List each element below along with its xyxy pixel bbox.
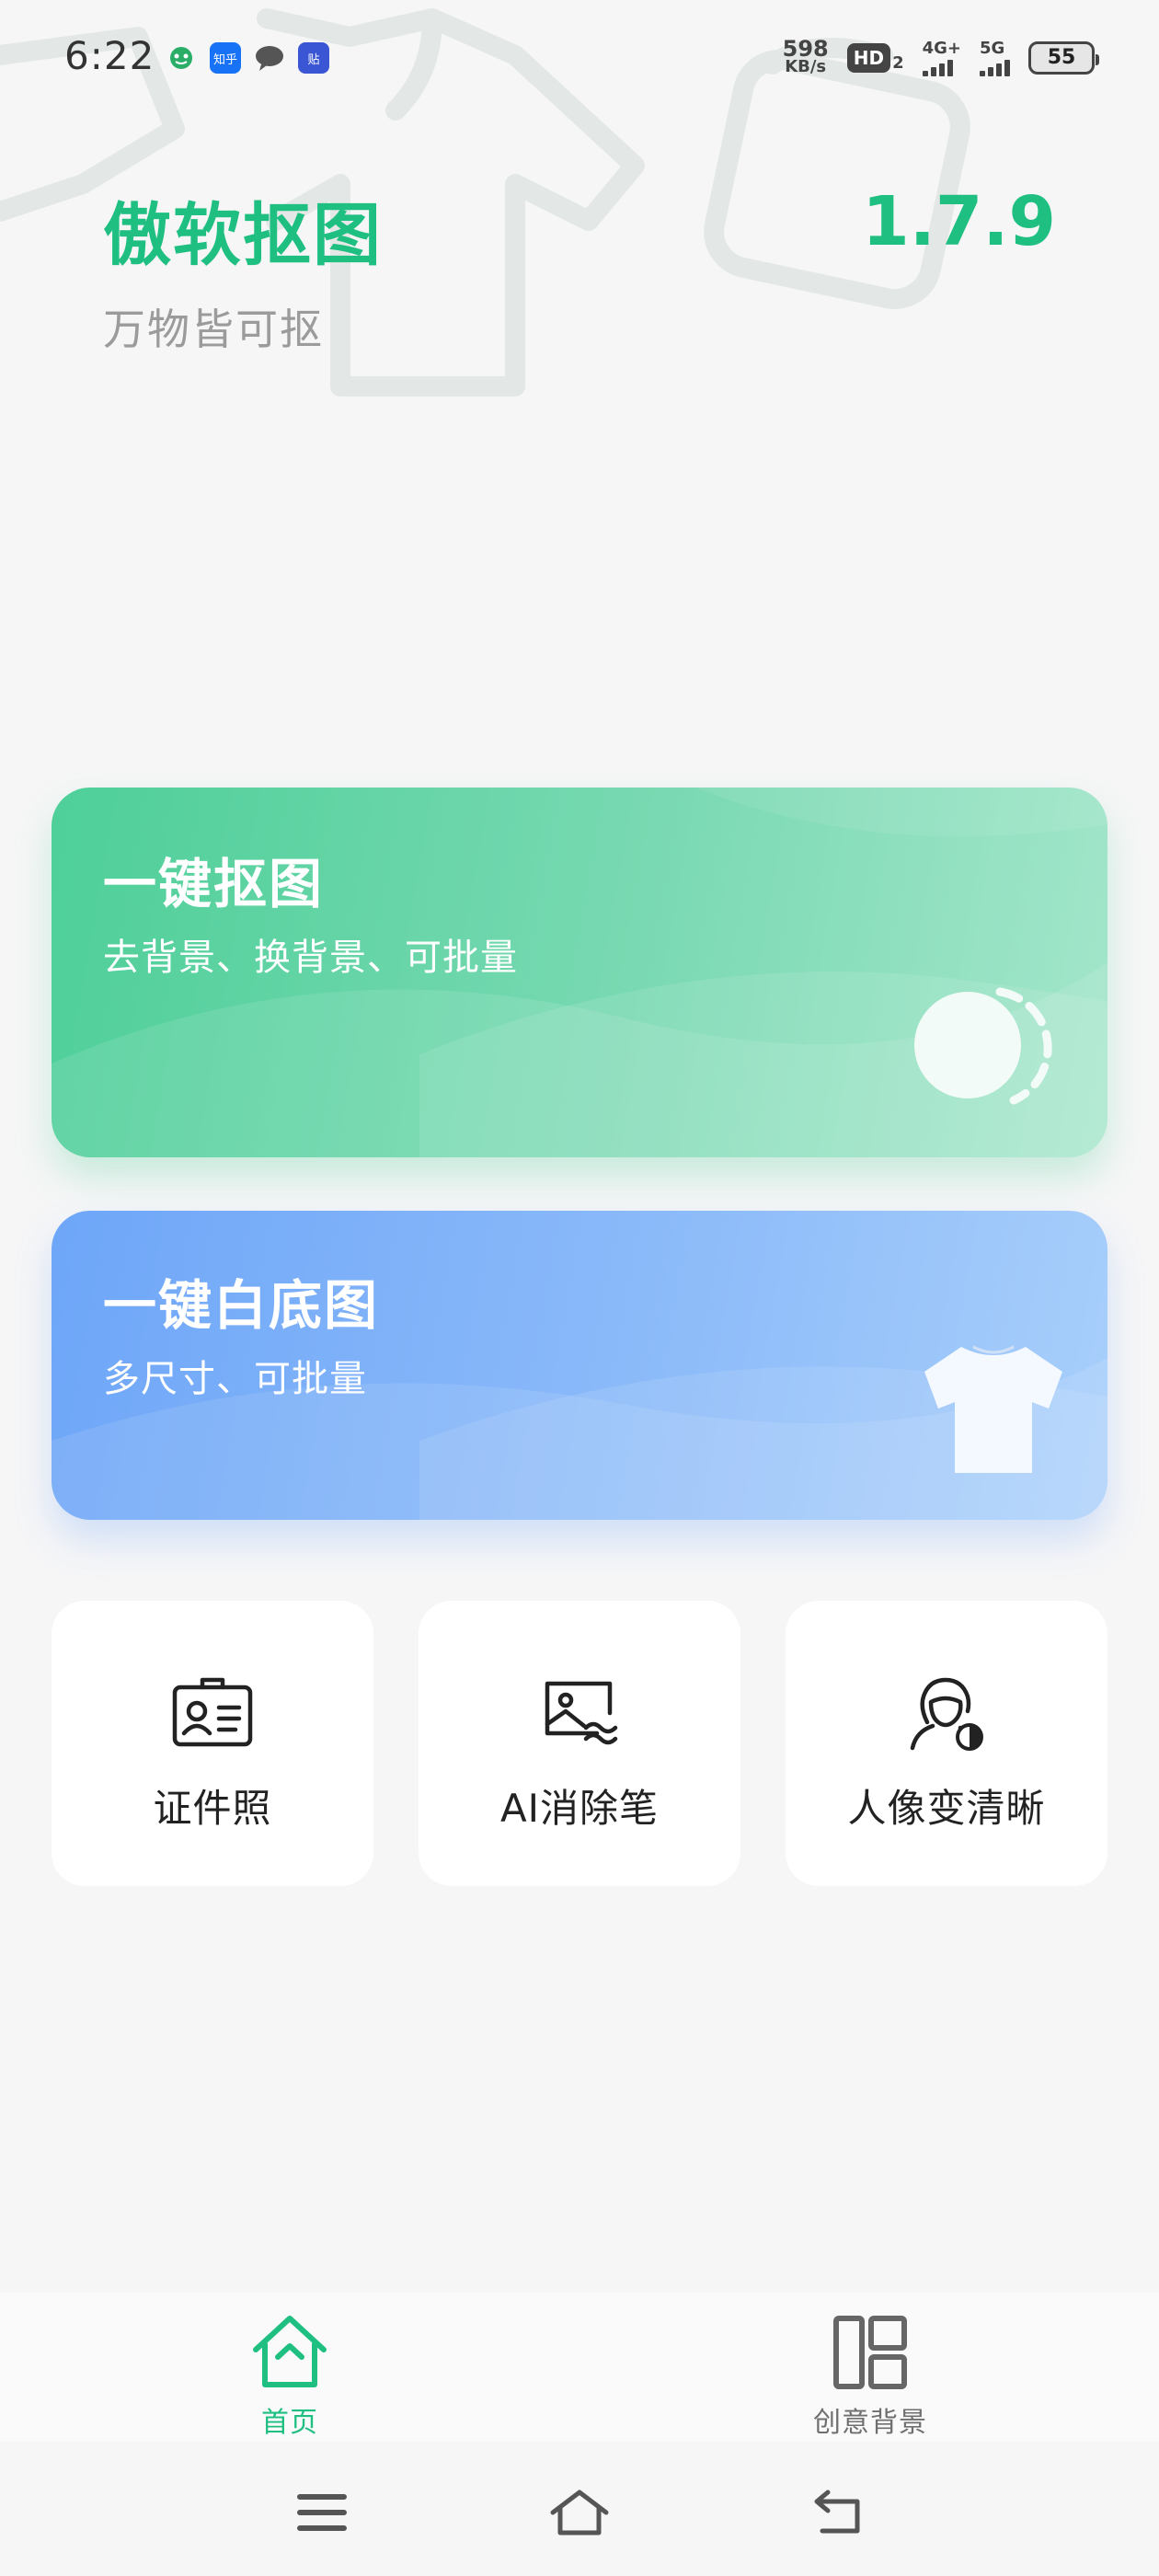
back-icon	[814, 2490, 860, 2534]
nav-item-home[interactable]: 首页	[189, 2311, 391, 2440]
white-background-card-title: 一键白底图	[103, 1274, 380, 1337]
tool-portrait-enhance-label: 人像变清晰	[847, 1786, 1046, 1831]
zhihu-icon: 知乎	[210, 42, 241, 74]
tool-tiles: 证件照 AI消除笔 人像变清晰	[52, 1601, 1107, 1886]
tool-ai-eraser-label: AI消除笔	[499, 1786, 660, 1831]
nav-label-home: 首页	[261, 2407, 318, 2439]
system-back-button[interactable]	[800, 2480, 874, 2545]
menu-icon	[297, 2494, 347, 2531]
system-nav-bar	[0, 2442, 1159, 2576]
image-eraser-icon	[545, 1681, 618, 1745]
home-icon	[253, 2316, 327, 2387]
toggle-circle-icon	[914, 987, 1052, 1105]
status-time: 6:22	[64, 33, 155, 78]
hd-sub: 2	[892, 52, 904, 73]
network-type-1: 4G+	[922, 39, 961, 58]
app-subtitle: 万物皆可抠	[103, 305, 324, 354]
cutout-card-desc: 去背景、换背景、可批量	[103, 937, 518, 979]
tool-id-photo-label: 证件照	[153, 1786, 272, 1831]
network-type-2: 5G	[980, 39, 1005, 58]
status-indicators: 598 KB/s HD 2 4G+ 5G 55	[782, 35, 1099, 76]
layout-icon	[833, 2316, 907, 2389]
bottom-nav: 首页 创意背景	[0, 2293, 1159, 2442]
notification-icons: 知乎 贴	[166, 42, 329, 74]
white-background-card-desc: 多尺寸、可批量	[103, 1358, 367, 1400]
cutout-card[interactable]: 一键抠图 去背景、换背景、可批量	[52, 788, 1107, 1157]
signal-icon	[922, 58, 953, 76]
system-home-button[interactable]	[543, 2480, 616, 2545]
tshirt-icon	[924, 1345, 1062, 1473]
cutout-card-title: 一键抠图	[103, 853, 325, 915]
portrait-enhance-icon	[910, 1677, 983, 1751]
tieba-icon: 贴	[298, 42, 329, 74]
wechat-icon	[166, 42, 197, 74]
hd-badge: HD	[846, 42, 891, 73]
app-version: 1.7.9	[862, 182, 1056, 261]
tool-ai-eraser[interactable]: AI消除笔	[419, 1601, 740, 1886]
tool-portrait-enhance[interactable]: 人像变清晰	[786, 1601, 1107, 1886]
network-speed: 598 KB/s	[782, 35, 829, 76]
id-card-icon	[172, 1677, 253, 1747]
nav-item-creative-background[interactable]: 创意背景	[769, 2311, 971, 2440]
home-outline-icon	[550, 2490, 609, 2536]
tool-id-photo[interactable]: 证件照	[52, 1601, 373, 1886]
status-bar: 6:22 知乎 贴 598 KB/s HD 2 4G+ 5G 55	[0, 0, 1159, 120]
app-title: 傲软抠图	[103, 196, 383, 275]
message-icon	[254, 42, 285, 74]
battery-icon: 55	[1028, 40, 1099, 75]
nav-label-creative-background: 创意背景	[813, 2407, 927, 2439]
signal-icon	[980, 58, 1010, 76]
white-background-card[interactable]: 一键白底图 多尺寸、可批量	[52, 1211, 1107, 1520]
recent-apps-button[interactable]	[285, 2480, 359, 2545]
